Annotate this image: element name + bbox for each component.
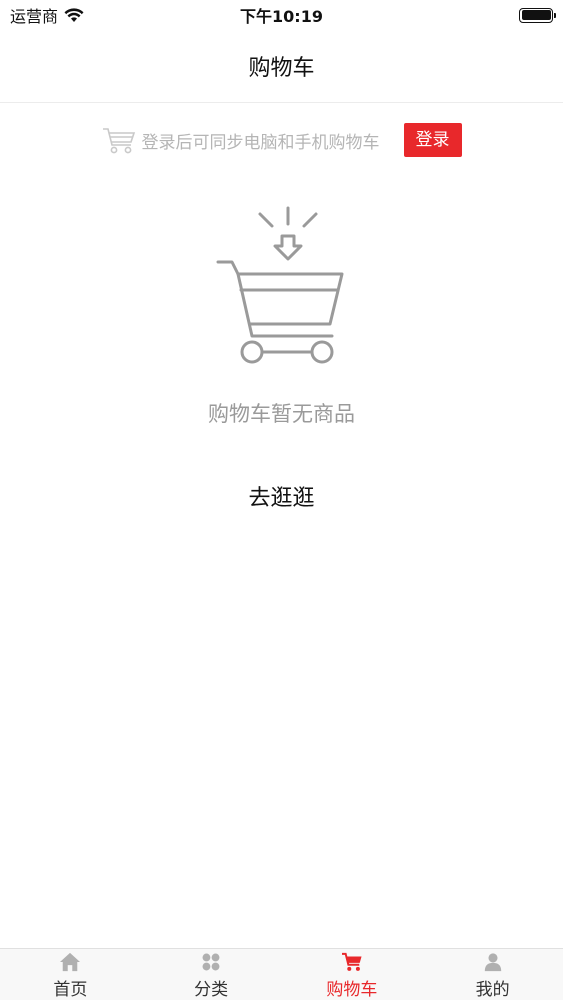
status-right bbox=[393, 7, 556, 23]
login-button[interactable]: 登录 bbox=[403, 123, 462, 157]
tab-profile[interactable]: 我的 bbox=[422, 949, 563, 1000]
category-grid-icon bbox=[202, 953, 220, 971]
empty-cart-message: 购物车暂无商品 bbox=[208, 402, 355, 426]
login-banner: 登录后可同步电脑和手机购物车 登录 bbox=[0, 118, 563, 162]
status-bar: 运营商 下午10:19 bbox=[0, 0, 563, 30]
login-hint-text: 登录后可同步电脑和手机购物车 bbox=[141, 132, 380, 153]
tab-label-home: 首页 bbox=[53, 980, 88, 1000]
page-title: 购物车 bbox=[248, 56, 315, 81]
status-time: 下午10:19 bbox=[240, 7, 323, 26]
home-icon bbox=[60, 952, 81, 972]
empty-cart-icon bbox=[216, 206, 344, 364]
tab-home[interactable]: 首页 bbox=[0, 949, 141, 1000]
go-shopping-button[interactable]: 去逛逛 bbox=[238, 476, 324, 516]
tab-bar: 首页 分类 购物车 我的 bbox=[0, 948, 563, 1000]
cart-outline-icon bbox=[102, 128, 135, 154]
battery-icon bbox=[519, 7, 556, 23]
cart-icon bbox=[341, 952, 362, 971]
go-shopping-wrapper: 去逛逛 bbox=[0, 476, 563, 516]
tab-category[interactable]: 分类 bbox=[141, 949, 282, 1000]
tab-label-profile: 我的 bbox=[475, 980, 510, 1000]
tab-label-cart: 购物车 bbox=[326, 980, 378, 1000]
status-left: 运营商 bbox=[10, 3, 170, 27]
nav-bar: 购物车 bbox=[0, 30, 563, 103]
wifi-icon bbox=[64, 7, 84, 22]
tab-cart[interactable]: 购物车 bbox=[282, 949, 423, 1000]
tab-label-category: 分类 bbox=[194, 980, 229, 1000]
battery-level bbox=[521, 10, 551, 20]
user-icon bbox=[484, 953, 501, 972]
carrier-label: 运营商 bbox=[10, 7, 59, 26]
